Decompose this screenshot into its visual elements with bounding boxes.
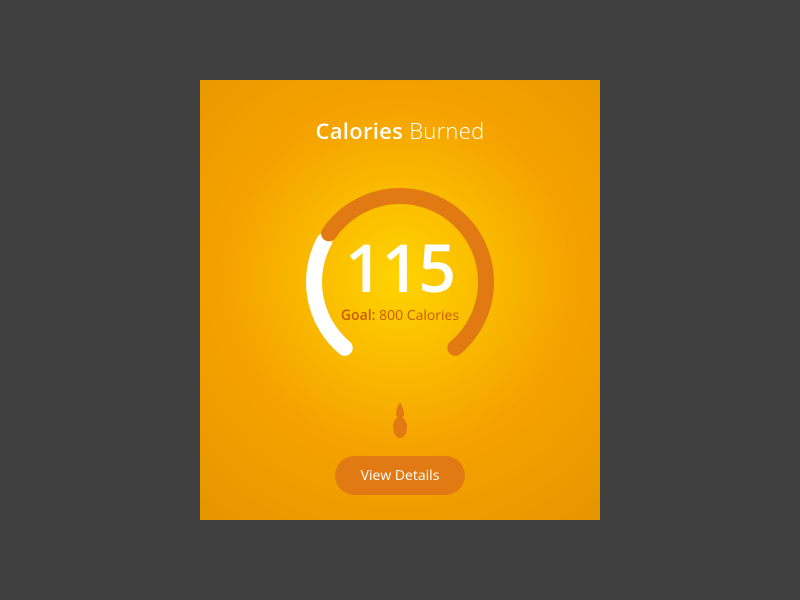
title-light: Burned xyxy=(409,116,484,146)
calories-card: Calories Burned 115 Goal: 800 Calories V… xyxy=(200,80,600,520)
view-details-button[interactable]: View Details xyxy=(335,456,466,495)
title-bold: Calories xyxy=(315,116,403,146)
gauge-ring-icon xyxy=(290,172,510,392)
card-title: Calories Burned xyxy=(315,116,484,146)
calories-gauge: 115 Goal: 800 Calories xyxy=(290,172,510,392)
flame-icon xyxy=(385,402,415,438)
